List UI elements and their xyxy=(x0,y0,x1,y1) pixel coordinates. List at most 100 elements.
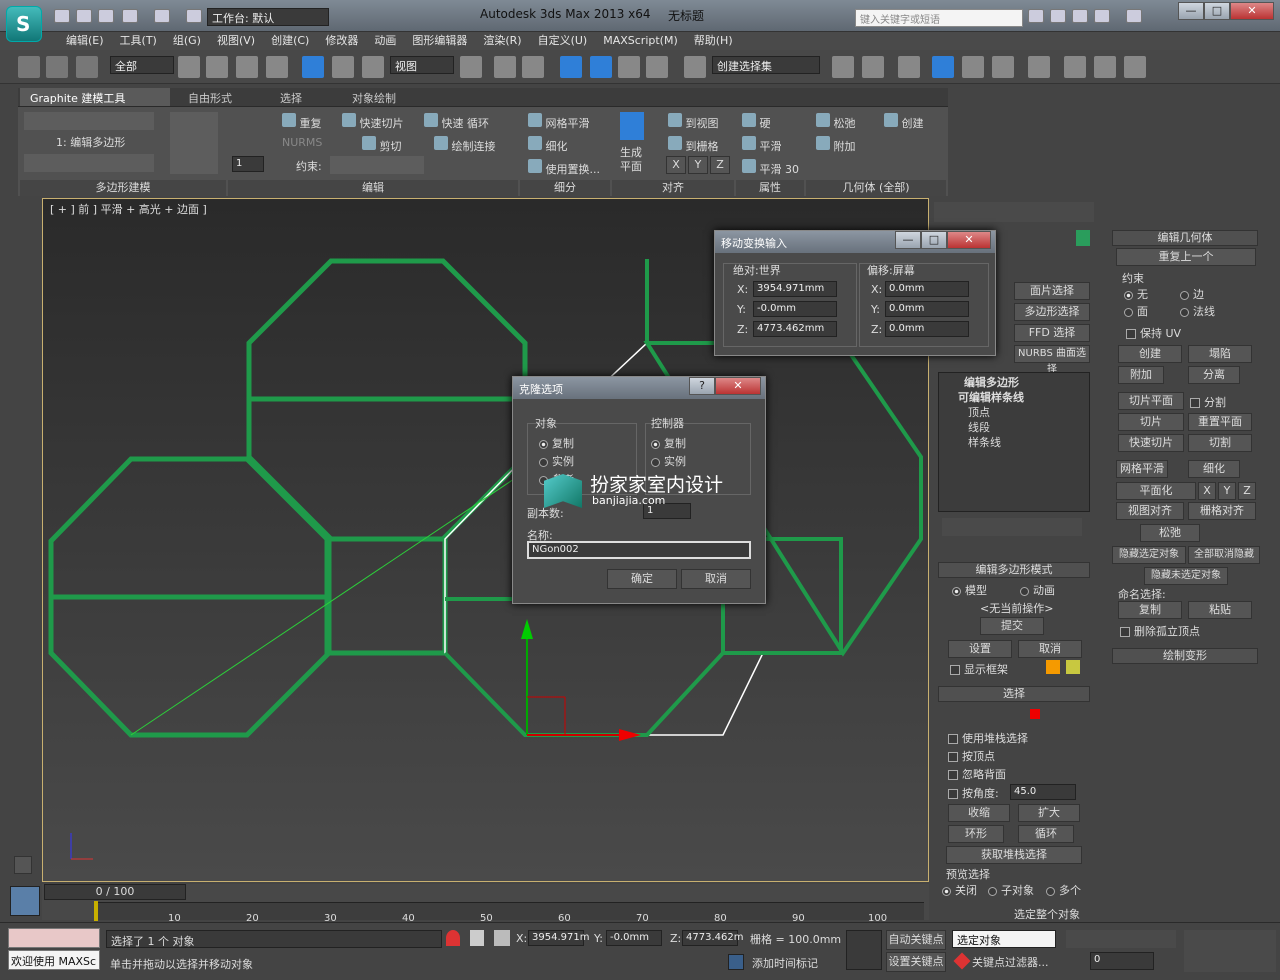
link-icon[interactable] xyxy=(18,56,40,78)
paintconnect-button[interactable]: 绘制连接 xyxy=(434,136,496,154)
select-by-name-icon[interactable] xyxy=(206,56,228,78)
hard-button[interactable]: 硬 xyxy=(742,113,771,131)
select-rotate-icon[interactable] xyxy=(332,56,354,78)
by-angle-checkbox[interactable]: 按角度: xyxy=(948,785,999,801)
smooth30-button[interactable]: 平滑 30 xyxy=(742,159,799,177)
move-gizmo[interactable] xyxy=(521,619,641,741)
obj-copy-radio[interactable]: 复制 xyxy=(539,435,574,451)
menu-animation[interactable]: 动画 xyxy=(366,32,404,50)
project-folder-icon[interactable] xyxy=(186,9,202,23)
close-button[interactable]: ✕ xyxy=(1230,2,1274,20)
key-mode-select[interactable]: 选定对象 xyxy=(952,930,1056,948)
loop-button[interactable]: 循环 xyxy=(1018,825,1074,843)
stack-segment[interactable]: 线段 xyxy=(968,419,990,435)
trackbar[interactable]: 10 20 30 40 50 60 70 80 90 100 xyxy=(94,901,924,924)
relax-geo-button[interactable]: 松弛 xyxy=(1140,524,1200,542)
menu-graph-editors[interactable]: 图形编辑器 xyxy=(404,32,475,50)
togrid-button[interactable]: 到栅格 xyxy=(668,136,719,154)
square-center[interactable] xyxy=(324,536,448,656)
abs-y-input[interactable]: -0.0mm xyxy=(753,301,837,317)
unhide-all-button[interactable]: 全部取消隐藏 xyxy=(1188,546,1260,564)
render-teapot-icon[interactable] xyxy=(1124,56,1146,78)
expand-arrow-icon[interactable] xyxy=(14,856,32,874)
align-icon[interactable] xyxy=(862,56,884,78)
meshsmooth-button[interactable]: 网格平滑 xyxy=(528,113,590,131)
manipulate-icon[interactable] xyxy=(494,56,516,78)
meshsmooth-geo-button[interactable]: 网格平滑 xyxy=(1116,460,1168,478)
time-cursor[interactable] xyxy=(94,901,98,921)
constraint-face-radio[interactable]: 面 xyxy=(1124,303,1148,319)
stack-tools[interactable] xyxy=(942,518,1082,536)
preserve-uv-checkbox[interactable]: 保持 UV xyxy=(1126,325,1181,341)
angle-input[interactable]: 45.0 xyxy=(1010,784,1076,800)
menu-modifiers[interactable]: 修改器 xyxy=(317,32,366,50)
material-editor-icon[interactable] xyxy=(1028,56,1050,78)
name-input[interactable]: NGon002 xyxy=(527,541,751,559)
ok-button[interactable]: 确定 xyxy=(607,569,677,589)
smooth-button[interactable]: 平滑 xyxy=(742,136,782,154)
displace-button[interactable]: 使用置换... xyxy=(528,159,600,177)
mode-cancel-button[interactable]: 取消 xyxy=(1018,640,1082,658)
spinner-snap-icon[interactable] xyxy=(646,56,668,78)
off-z-input[interactable]: 0.0mm xyxy=(885,321,969,337)
menu-maxscript[interactable]: MAXScript(M) xyxy=(595,32,686,50)
create-geo-button[interactable]: 创建 xyxy=(1118,345,1182,363)
align-y-button[interactable]: Y xyxy=(688,156,708,174)
abs-mode-icon[interactable] xyxy=(494,930,510,946)
cage-color-swatch-2[interactable] xyxy=(1066,660,1080,674)
move-dialog-min-button[interactable]: — xyxy=(895,231,921,249)
selection-rollout[interactable]: 选择 xyxy=(938,686,1090,702)
gridalign-button[interactable]: 栅格对齐 xyxy=(1188,502,1256,520)
abs-x-input[interactable]: 3954.971mm xyxy=(753,281,837,297)
hide-selected-button[interactable]: 隐藏选定对象 xyxy=(1112,546,1186,564)
redo-icon[interactable] xyxy=(154,9,170,23)
keyboard-shortcut-icon[interactable] xyxy=(522,56,544,78)
layer-manager-icon[interactable] xyxy=(898,56,920,78)
ctrl-copy-radio[interactable]: 复制 xyxy=(651,435,686,451)
cage-color-swatch-1[interactable] xyxy=(1046,660,1060,674)
maximize-button[interactable]: □ xyxy=(1204,2,1230,20)
modify-stack-icons[interactable] xyxy=(24,154,154,172)
tessellate-button[interactable]: 细化 xyxy=(528,136,568,154)
stack-vertex[interactable]: 顶点 xyxy=(968,404,990,420)
tab-freeform[interactable]: 自由形式 xyxy=(178,88,242,106)
add-time-tag-icon[interactable] xyxy=(728,954,744,970)
time-slider[interactable]: 0 / 100 xyxy=(44,884,186,900)
subscription-icon[interactable] xyxy=(1050,9,1066,23)
viewport-nav-controls[interactable] xyxy=(1184,930,1276,972)
graphite-toggle-icon[interactable] xyxy=(932,56,954,78)
menu-views[interactable]: 视图(V) xyxy=(209,32,263,50)
cut-button[interactable]: 剪切 xyxy=(362,136,402,154)
select-move-icon[interactable] xyxy=(302,56,324,78)
poly-tools-icons[interactable] xyxy=(170,112,218,174)
ignore-back-checkbox[interactable]: 忽略背面 xyxy=(948,766,1006,782)
pivot-center-icon[interactable] xyxy=(460,56,482,78)
welcome-text[interactable]: 欢迎使用 MAXSc xyxy=(8,950,100,970)
ref-coord-select[interactable]: 视图 xyxy=(390,56,454,74)
off-y-input[interactable]: 0.0mm xyxy=(885,301,969,317)
tab-object-paint[interactable]: 对象绘制 xyxy=(342,88,406,106)
constraint-none-radio[interactable]: 无 xyxy=(1124,286,1148,302)
constraint-icons[interactable] xyxy=(330,156,424,174)
subobject-level-icons[interactable] xyxy=(958,706,1068,724)
delete-isolated-checkbox[interactable]: 删除孤立顶点 xyxy=(1120,623,1200,639)
snap-toggle-icon[interactable] xyxy=(560,56,582,78)
clone-help-button[interactable]: ? xyxy=(689,377,715,395)
status-x-field[interactable]: 3954.971m xyxy=(528,930,589,946)
angle-snap-icon[interactable] xyxy=(590,56,612,78)
menu-help[interactable]: 帮助(H) xyxy=(686,32,741,50)
create-button[interactable]: 创建 xyxy=(884,113,924,131)
autokey-button[interactable]: 自动关键点 xyxy=(886,930,946,950)
tab-graphite[interactable]: Graphite 建模工具 xyxy=(20,88,170,106)
editpoly-mode-rollout[interactable]: 编辑多边形模式 xyxy=(938,562,1090,578)
cut-geo-button[interactable]: 切割 xyxy=(1188,434,1252,452)
split-checkbox[interactable]: 分割 xyxy=(1190,394,1226,410)
cancel-button[interactable]: 取消 xyxy=(681,569,751,589)
selection-lock-icon[interactable] xyxy=(10,886,40,916)
viewalign-button[interactable]: 视图对齐 xyxy=(1116,502,1184,520)
ribbon-spinner[interactable]: 1 xyxy=(232,156,264,172)
attach-button[interactable]: 附加 xyxy=(816,136,856,154)
rendered-frame-icon[interactable] xyxy=(1094,56,1116,78)
ctrl-instance-radio[interactable]: 实例 xyxy=(651,453,686,469)
viewport-label[interactable]: [ + ] 前 ] 平滑 + 高光 + 边面 ] xyxy=(50,201,207,217)
